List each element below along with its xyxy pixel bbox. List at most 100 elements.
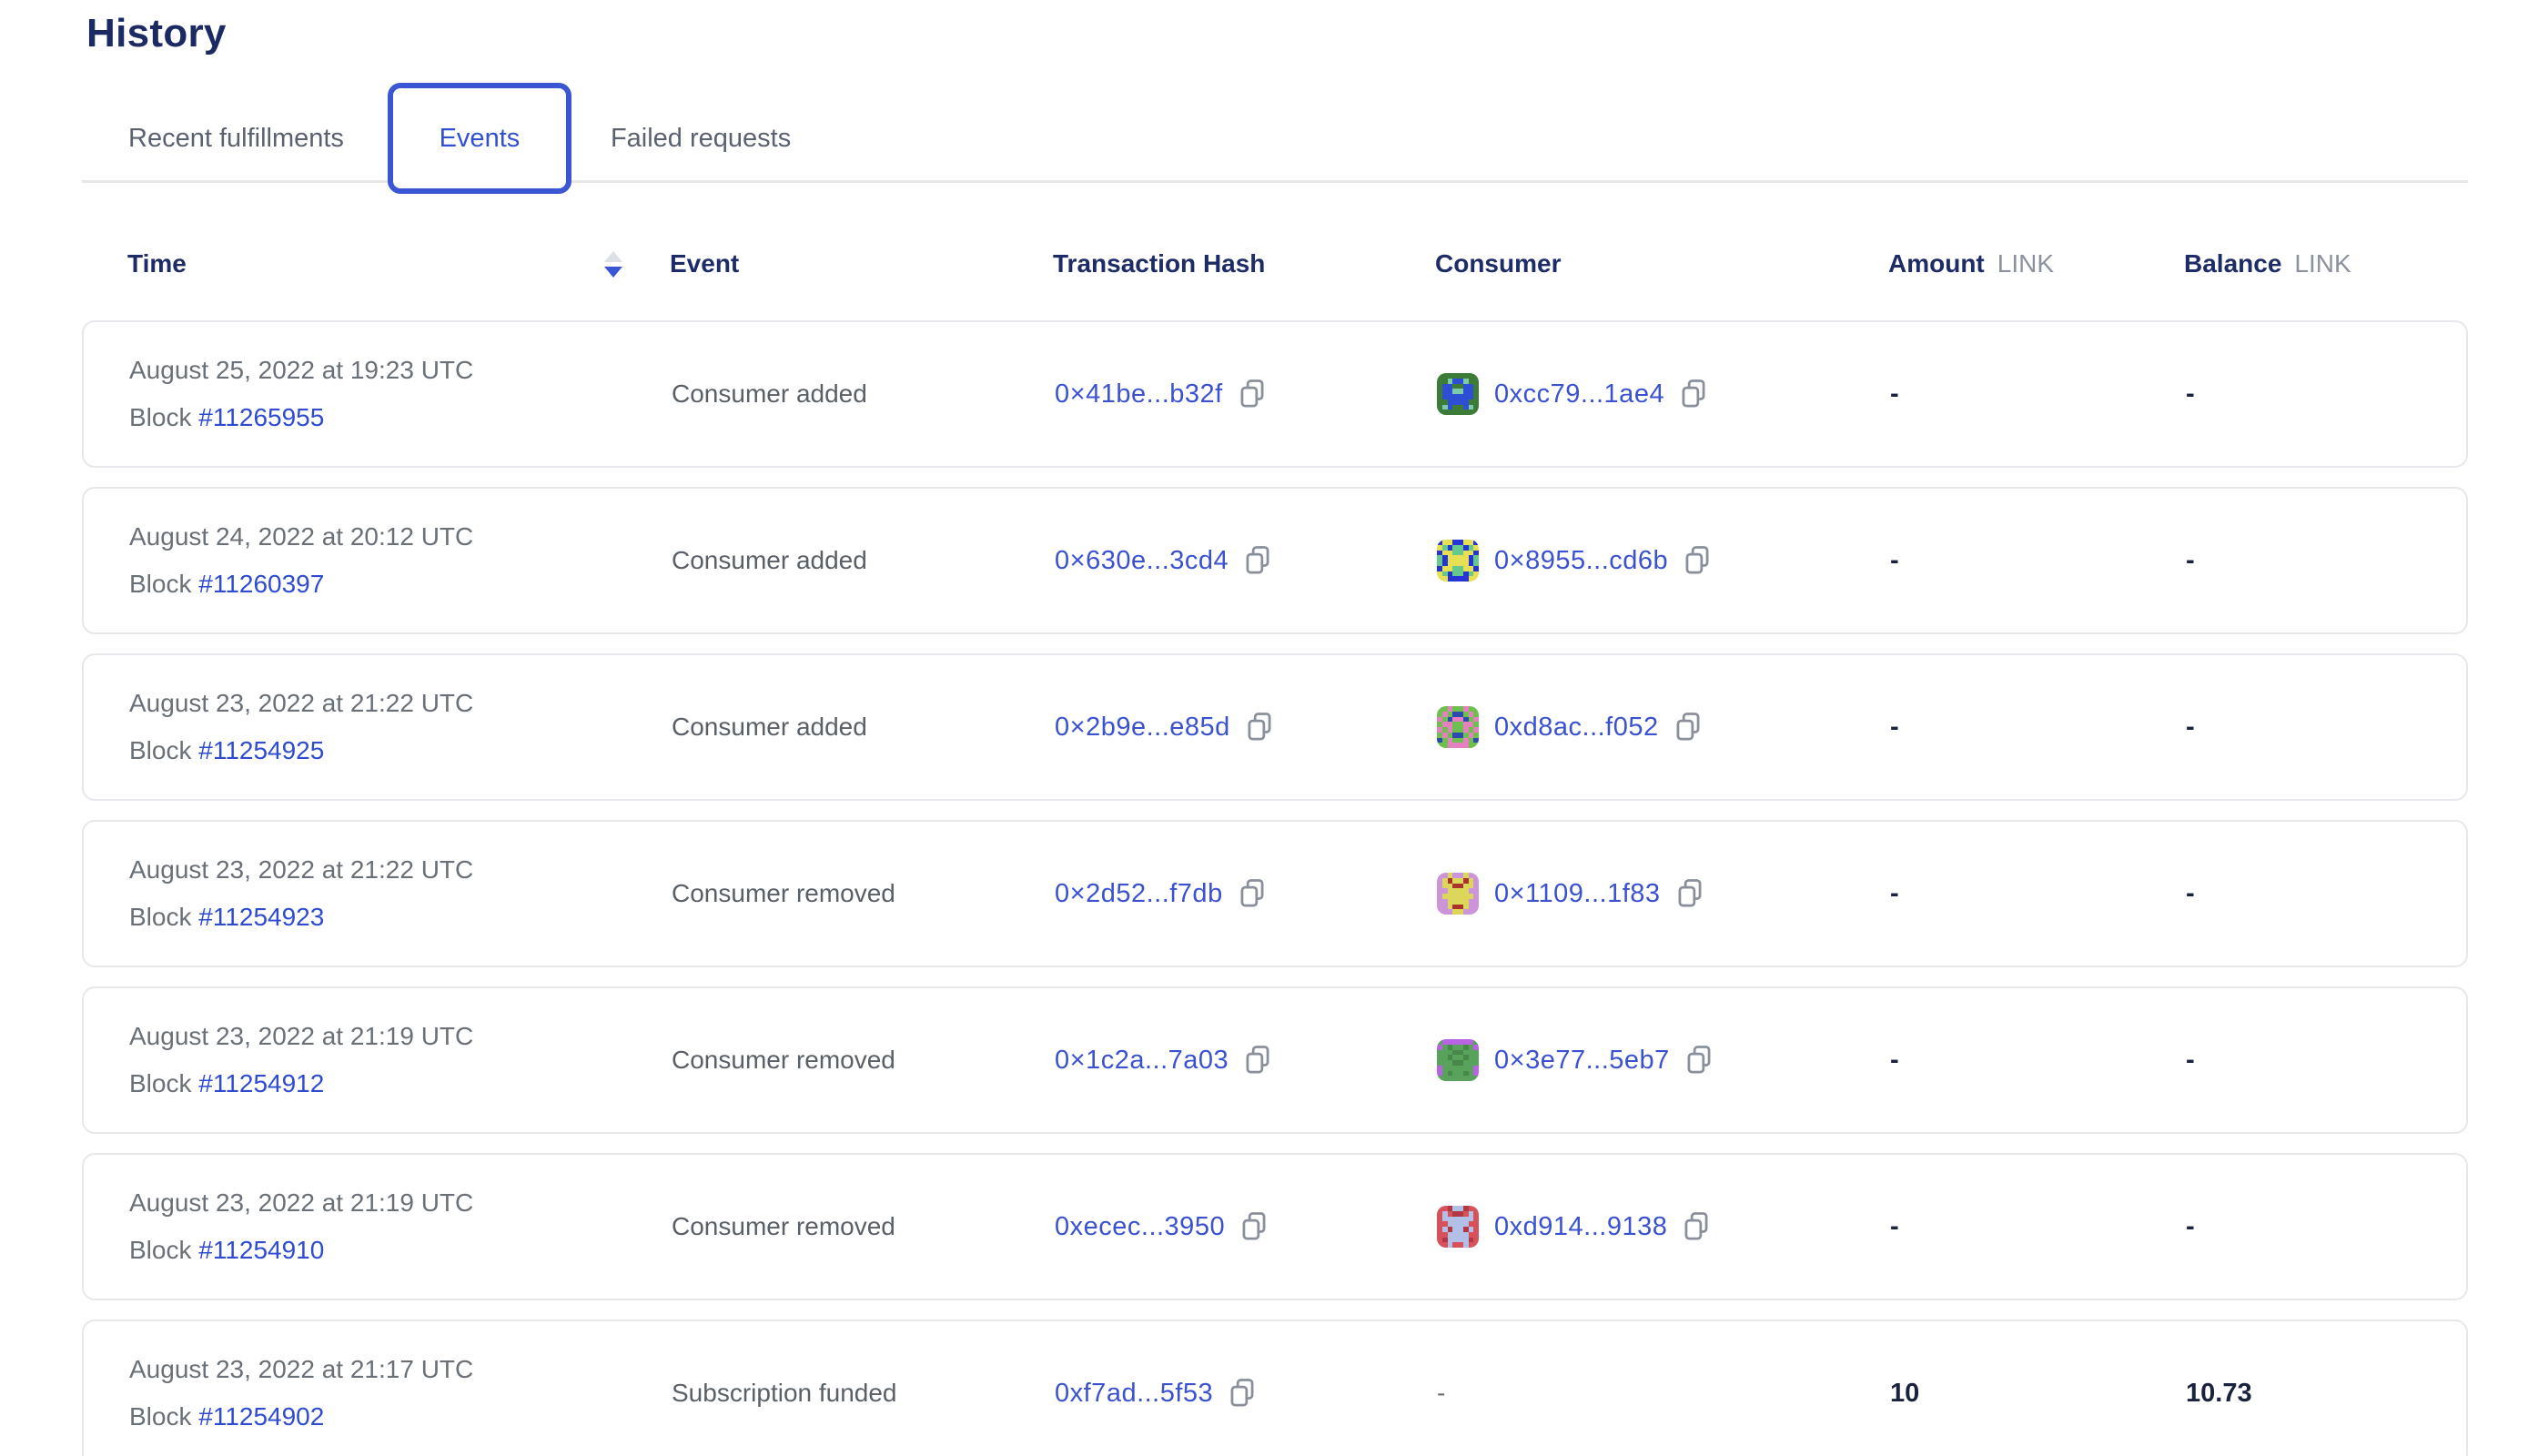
amount-value: - [1890,713,2186,743]
copy-icon[interactable] [1674,877,1705,910]
copy-icon[interactable] [1237,378,1268,410]
copy-icon[interactable] [1681,1210,1712,1243]
consumer-empty-dash: - [1437,1379,1445,1408]
block-number-link[interactable]: #11260397 [198,570,324,598]
sort-down-arrow [604,267,622,278]
transaction-hash-link[interactable]: 0×41be...b32f [1055,379,1223,410]
transaction-hash-link[interactable]: 0×630e...3cd4 [1055,546,1229,576]
event-timestamp: August 23, 2022 at 21:19 UTC [129,1190,672,1216]
sort-up-arrow [604,251,622,262]
block-number-link[interactable]: #11254925 [198,736,324,764]
table-row: August 23, 2022 at 21:19 UTC Block #1125… [82,986,2468,1134]
time-cell: August 23, 2022 at 21:22 UTC Block #1125… [129,691,672,763]
table-row: August 23, 2022 at 21:19 UTC Block #1125… [82,1153,2468,1300]
event-type-label: Consumer removed [672,1046,1055,1075]
balance-value: - [2186,1046,2466,1076]
copy-icon[interactable] [1239,1210,1269,1243]
consumer-cell: 0×3e77...5eb7 [1437,1039,1890,1081]
transaction-hash-cell: 0×2d52...f7db [1055,877,1437,910]
time-header-label: Time [127,249,187,278]
consumer-cell: 0xd914...9138 [1437,1206,1890,1248]
tab-failed-requests[interactable]: Failed requests [611,124,791,154]
consumer-address-link[interactable]: 0xcc79...1ae4 [1494,379,1664,410]
consumer-address-link[interactable]: 0xd914...9138 [1494,1212,1667,1242]
block-number-link[interactable]: #11254902 [198,1402,324,1431]
time-cell: August 24, 2022 at 20:12 UTC Block #1126… [129,524,672,597]
event-timestamp: August 24, 2022 at 20:12 UTC [129,524,672,550]
block-number-link[interactable]: #11265955 [198,403,324,431]
balance-header-label: Balance [2184,249,2281,278]
balance-value: - [2186,379,2466,410]
column-header-event: Event [670,249,1053,278]
event-timestamp: August 23, 2022 at 21:22 UTC [129,857,672,883]
table-header-row: Time Event Transaction Hash Consumer Amo… [82,246,2468,282]
transaction-hash-link[interactable]: 0xecec...3950 [1055,1212,1225,1242]
transaction-hash-cell: 0xf7ad...5f53 [1055,1377,1437,1410]
sort-descending-icon[interactable] [604,251,622,278]
balance-value: - [2186,1212,2466,1242]
consumer-address-link[interactable]: 0xd8ac...f052 [1494,713,1659,743]
consumer-address-link[interactable]: 0×8955...cd6b [1494,546,1668,576]
column-header-balance: BalanceLINK [2184,249,2468,278]
block-label: Block [129,1236,191,1264]
consumer-avatar-icon [1437,1206,1479,1248]
amount-value: - [1890,1212,2186,1242]
amount-unit-label: LINK [1997,249,2054,278]
column-header-amount: Amount LINK [1888,249,2184,278]
copy-icon[interactable] [1242,544,1273,577]
table-row: August 23, 2022 at 21:22 UTC Block #1125… [82,820,2468,967]
copy-icon[interactable] [1227,1377,1258,1410]
copy-icon[interactable] [1684,1044,1714,1077]
event-rows-list: August 25, 2022 at 19:23 UTC Block #1126… [82,320,2468,1456]
copy-icon[interactable] [1678,378,1709,410]
consumer-address-link[interactable]: 0×1109...1f83 [1494,879,1661,909]
consumer-cell: - - [1437,1379,1890,1408]
consumer-avatar-icon [1437,1039,1479,1081]
block-label: Block [129,736,191,764]
transaction-hash-cell: 0×630e...3cd4 [1055,544,1437,577]
event-type-label: Consumer added [672,379,1055,409]
block-label: Block [129,903,191,931]
transaction-hash-cell: 0xecec...3950 [1055,1210,1437,1243]
block-number-link[interactable]: #11254923 [198,903,324,931]
transaction-hash-link[interactable]: 0×2d52...f7db [1055,879,1223,909]
consumer-cell: 0×1109...1f83 [1437,873,1890,915]
event-timestamp: August 23, 2022 at 21:17 UTC [129,1357,672,1382]
copy-icon[interactable] [1673,711,1704,743]
balance-value: - [2186,546,2466,576]
time-cell: August 23, 2022 at 21:17 UTC Block #1125… [129,1357,672,1430]
balance-value: - [2186,879,2466,909]
time-cell: August 25, 2022 at 19:23 UTC Block #1126… [129,358,672,430]
balance-value: 10.73 [2186,1379,2466,1409]
tab-recent-fulfillments[interactable]: Recent fulfillments [128,124,344,154]
amount-value: - [1890,546,2186,576]
table-row: August 23, 2022 at 21:17 UTC Block #1125… [82,1320,2468,1456]
event-type-label: Subscription funded [672,1379,1055,1408]
amount-value: 10 [1890,1379,2186,1409]
consumer-cell: 0xd8ac...f052 [1437,706,1890,748]
copy-icon[interactable] [1682,544,1713,577]
transaction-hash-cell: 0×41be...b32f [1055,378,1437,410]
amount-value: - [1890,1046,2186,1076]
transaction-hash-link[interactable]: 0xf7ad...5f53 [1055,1379,1213,1409]
copy-icon[interactable] [1244,711,1275,743]
block-number-link[interactable]: #11254912 [198,1069,324,1097]
copy-icon[interactable] [1242,1044,1273,1077]
time-cell: August 23, 2022 at 21:19 UTC Block #1125… [129,1024,672,1097]
table-row: August 25, 2022 at 19:23 UTC Block #1126… [82,320,2468,468]
block-number-link[interactable]: #11254910 [198,1236,324,1264]
tab-events[interactable]: Events [388,83,571,194]
copy-icon[interactable] [1237,877,1268,910]
block-label: Block [129,403,191,431]
column-header-time: Time [127,249,670,278]
column-header-consumer: Consumer [1435,249,1888,278]
column-header-transaction-hash: Transaction Hash [1053,249,1435,278]
transaction-hash-link[interactable]: 0×2b9e...e85d [1055,713,1230,743]
history-panel: History Recent fulfillments Events Faile… [82,0,2468,1456]
consumer-address-link[interactable]: 0×3e77...5eb7 [1494,1046,1670,1076]
transaction-hash-link[interactable]: 0×1c2a...7a03 [1055,1046,1229,1076]
balance-value: - [2186,713,2466,743]
consumer-cell: 0xcc79...1ae4 [1437,373,1890,415]
amount-header-label: Amount [1888,249,1985,278]
amount-value: - [1890,379,2186,410]
